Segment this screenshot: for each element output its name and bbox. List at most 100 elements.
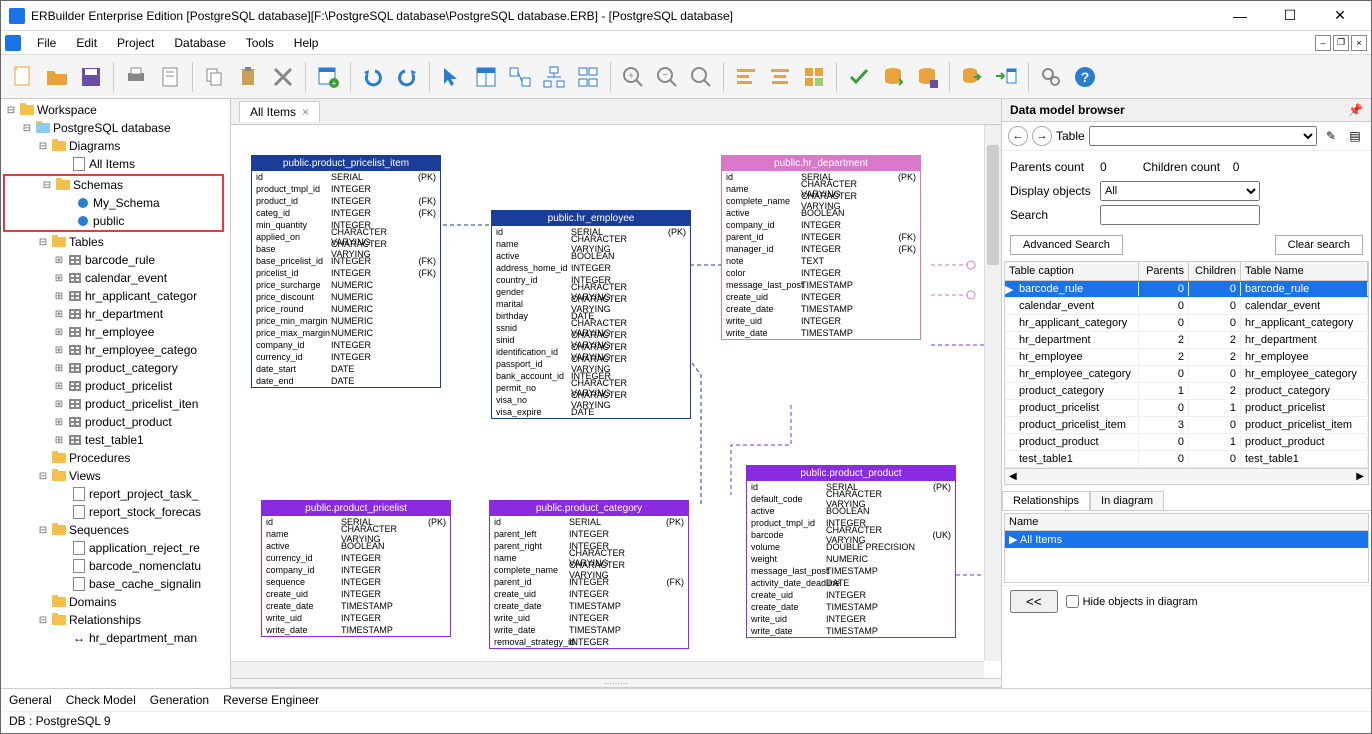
mdi-restore-icon[interactable]: ❐ [1333,35,1349,51]
menu-help[interactable]: Help [284,34,329,52]
collapse-button[interactable]: << [1010,590,1058,613]
zoom-in-icon[interactable]: + [617,61,649,93]
tree-table-item[interactable]: ⊞test_table1 [1,431,230,449]
paste-icon[interactable] [233,61,265,93]
grid-row[interactable]: hr_applicant_category00hr_applicant_cate… [1005,315,1368,332]
mdi-close-icon[interactable]: × [1351,35,1367,51]
tree-table-item[interactable]: ⊞product_pricelist_iten [1,395,230,413]
tree-table-item[interactable]: ⊞calendar_event [1,269,230,287]
grid-row[interactable]: product_category12product_category [1005,383,1368,400]
db-import-icon[interactable] [956,61,988,93]
tree-table-item[interactable]: ⊞hr_employee_catego [1,341,230,359]
col-children[interactable]: Children [1189,262,1241,280]
tab-check-model[interactable]: Check Model [66,693,136,707]
tree[interactable]: ⊟Workspace ⊟PostgreSQL database ⊟Diagram… [1,99,230,688]
sublist-item[interactable]: ▶ All Items [1005,531,1368,548]
tree-view-item[interactable]: report_stock_forecas [1,503,230,521]
tab-reverse-engineer[interactable]: Reverse Engineer [223,693,319,707]
col-parents[interactable]: Parents [1139,262,1189,280]
db-save-icon[interactable] [911,61,943,93]
splitter[interactable]: ⋯⋯⋯ [231,678,1001,688]
tree-all-items[interactable]: All Items [1,155,230,173]
print-icon[interactable] [120,61,152,93]
tree-domains[interactable]: Domains [1,593,230,611]
align-center-icon[interactable] [764,61,796,93]
tab-all-items[interactable]: All Items× [239,101,320,122]
tree-table-item[interactable]: ⊞barcode_rule [1,251,230,269]
grid-row[interactable]: ▶barcode_rule00barcode_rule [1005,281,1368,298]
tree-table-item[interactable]: ⊞hr_applicant_categor [1,287,230,305]
tree-views[interactable]: ⊟Views [1,467,230,485]
minimize-button[interactable]: — [1217,2,1263,30]
delete-icon[interactable] [267,61,299,93]
edit-icon[interactable]: ✎ [1321,126,1341,146]
table-tool-icon[interactable] [470,61,502,93]
pin-icon[interactable]: 📌 [1348,103,1363,117]
zoom-fit-icon[interactable] [685,61,717,93]
subtab-in-diagram[interactable]: In diagram [1090,491,1164,510]
entity-product-product[interactable]: public.product_product idSERIAL(PK)defau… [746,465,956,638]
db-export-icon[interactable] [990,61,1022,93]
tree-table-item[interactable]: ⊞hr_employee [1,323,230,341]
table-select[interactable] [1089,126,1317,146]
close-button[interactable]: ✕ [1317,2,1363,30]
tree-view-item[interactable]: report_project_task_ [1,485,230,503]
tab-generation[interactable]: Generation [150,693,209,707]
tree-db[interactable]: ⊟PostgreSQL database [1,119,230,137]
grid-row[interactable]: hr_employee_category00hr_employee_catego… [1005,366,1368,383]
grid-row[interactable]: calendar_event00calendar_event [1005,298,1368,315]
mdi-minimize-icon[interactable]: – [1315,35,1331,51]
tab-close-icon[interactable]: × [302,105,309,119]
align-left-icon[interactable] [730,61,762,93]
grid-row[interactable]: test_table100test_table1 [1005,451,1368,468]
copy-icon[interactable] [199,61,231,93]
open-folder-icon[interactable] [41,61,73,93]
menu-database[interactable]: Database [164,34,235,52]
tree-diagrams[interactable]: ⊟Diagrams [1,137,230,155]
grid-row[interactable]: product_product01product_product [1005,434,1368,451]
menu-tools[interactable]: Tools [236,34,284,52]
display-select[interactable]: All [1100,181,1260,201]
grid-row[interactable]: product_pricelist01product_pricelist [1005,400,1368,417]
nav-back-icon[interactable]: ← [1008,126,1028,146]
layout-icon[interactable] [798,61,830,93]
check-icon[interactable] [843,61,875,93]
col-caption[interactable]: Table caption [1005,262,1139,280]
tree-schemas[interactable]: ⊟Schemas [5,176,222,194]
tree-sequences[interactable]: ⊟Sequences [1,521,230,539]
more-icon[interactable]: ▤ [1345,126,1365,146]
tree-public[interactable]: public [5,212,222,230]
entity-hr-employee[interactable]: public.hr_employee idSERIAL(PK)nameCHARA… [491,210,691,419]
tree-seq-item[interactable]: application_reject_re [1,539,230,557]
settings-icon[interactable] [1035,61,1067,93]
db-up-icon[interactable] [877,61,909,93]
entity-pricelist[interactable]: public.product_pricelist idSERIAL(PK)nam… [261,500,451,637]
sublist[interactable]: Name ▶ All Items [1004,513,1369,583]
entity-pricelist-item[interactable]: public.product_pricelist_item idSERIAL(P… [251,155,441,388]
search-input[interactable] [1100,205,1260,225]
nav-fwd-icon[interactable]: → [1032,126,1052,146]
diagram-canvas[interactable]: public.product_pricelist_item idSERIAL(P… [231,125,1001,678]
entity-hr-department[interactable]: public.hr_department idSERIAL(PK)nameCHA… [721,155,921,340]
canvas-scroll-h[interactable] [231,661,984,678]
entity-product-category[interactable]: public.product_category idSERIAL(PK)pare… [489,500,689,649]
adv-search-button[interactable]: Advanced Search [1010,235,1123,255]
maximize-button[interactable]: ☐ [1267,2,1313,30]
tree-seq-item[interactable]: base_cache_signalin [1,575,230,593]
inherit-icon[interactable] [538,61,570,93]
menu-edit[interactable]: Edit [66,34,107,52]
grid-row[interactable]: hr_department22hr_department [1005,332,1368,349]
hide-objects-checkbox[interactable]: Hide objects in diagram [1066,595,1198,608]
tree-rel-item[interactable]: ↔hr_department_man [1,629,230,647]
save-disk-icon[interactable] [75,61,107,93]
tables-grid[interactable]: Table caption Parents Children Table Nam… [1004,261,1369,485]
menu-project[interactable]: Project [107,34,164,52]
notes-icon[interactable] [154,61,186,93]
clear-search-button[interactable]: Clear search [1275,235,1363,255]
undo-icon[interactable] [357,61,389,93]
menu-file[interactable]: File [27,34,66,52]
tree-table-item[interactable]: ⊞product_product [1,413,230,431]
tree-procedures[interactable]: Procedures [1,449,230,467]
subtab-relationships[interactable]: Relationships [1002,491,1090,510]
canvas-scroll-v[interactable] [984,125,1001,661]
